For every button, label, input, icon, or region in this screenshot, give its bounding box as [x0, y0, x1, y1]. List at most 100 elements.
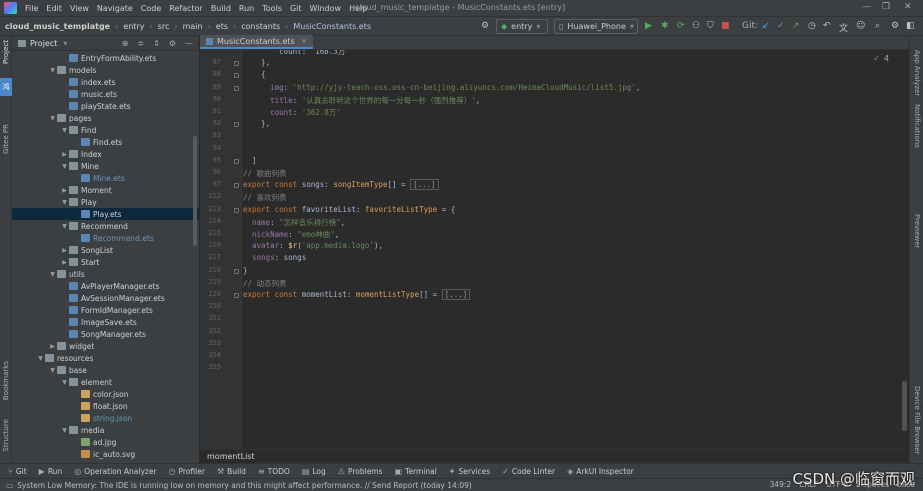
tree-file[interactable]: ImageSave.ets: [12, 316, 199, 328]
locate-icon[interactable]: ⊕: [122, 39, 129, 48]
fold-marker-icon[interactable]: [234, 73, 239, 79]
inspection-widget[interactable]: ✓ 4: [873, 54, 889, 63]
fold-marker-icon[interactable]: [234, 122, 239, 128]
tree-folder[interactable]: ▼ base: [12, 364, 199, 376]
tree-folder[interactable]: ▼ pages: [12, 112, 199, 124]
code-line[interactable]: },: [243, 119, 270, 131]
tool-window-build[interactable]: ⚒ Build: [217, 467, 246, 476]
expanded-arrow-icon[interactable]: ▼: [48, 367, 57, 374]
tree-folder[interactable]: ▶ Index: [12, 148, 199, 160]
gitee-pr-tool-tab[interactable]: Gitee PR: [2, 124, 10, 154]
tool-window-git[interactable]: ⑂ Git: [8, 467, 27, 476]
tree-folder[interactable]: ▶ SongList: [12, 244, 199, 256]
tree-file[interactable]: Play.ets: [12, 208, 199, 220]
notifications-tool-tab[interactable]: Notifications: [913, 104, 921, 148]
expanded-arrow-icon[interactable]: ▼: [60, 199, 69, 206]
code-line[interactable]: export const momentList: momentListType[…: [243, 289, 471, 302]
minimize-icon[interactable]: —: [862, 2, 871, 12]
tree-folder[interactable]: ▼ utils: [12, 268, 199, 280]
user-icon[interactable]: ☺: [856, 21, 865, 31]
code-line[interactable]: title: '认真去聆听这个世界的每一分每一秒（强烈推荐）',: [243, 95, 480, 107]
breadcrumb-item[interactable]: constants: [241, 22, 280, 31]
tool-window-operation-analyzer[interactable]: ◎ Operation Analyzer: [74, 467, 156, 476]
tree-folder[interactable]: ▼ element: [12, 376, 199, 388]
project-tool-tab[interactable]: Project: [2, 40, 10, 64]
code-line[interactable]: // 动态列表: [243, 278, 287, 290]
breadcrumb-item[interactable]: MusicConstants.ets: [293, 22, 371, 31]
module-select[interactable]: ◆ entry ▾: [496, 19, 548, 34]
tree-file[interactable]: Find.ets: [12, 136, 199, 148]
collapsed-arrow-icon[interactable]: ▶: [60, 187, 69, 194]
fold-marker-icon[interactable]: [234, 183, 239, 189]
menu-item-file[interactable]: File: [25, 4, 38, 13]
code-line[interactable]: export const favoriteList: favoriteListT…: [243, 205, 455, 217]
menu-item-build[interactable]: Build: [211, 4, 231, 13]
tree-folder[interactable]: ▶ Start: [12, 256, 199, 268]
tool-window-profiler[interactable]: ◷ Profiler: [169, 467, 205, 476]
code-line[interactable]: export const songs: songItemType[] = [..…: [243, 179, 439, 192]
tree-file[interactable]: string.json: [12, 412, 199, 424]
menu-item-refactor[interactable]: Refactor: [169, 4, 203, 13]
tree-folder[interactable]: ▶ Moment: [12, 184, 199, 196]
tree-folder[interactable]: ▼ resources: [12, 352, 199, 364]
git-commit-icon[interactable]: ✓: [777, 21, 785, 31]
breadcrumb-item[interactable]: main: [183, 22, 203, 31]
breadcrumb-item[interactable]: cloud_music_templatge: [5, 22, 110, 31]
menu-item-code[interactable]: Code: [141, 4, 161, 13]
device-select[interactable]: ▯ Huawei_Phone ▾: [554, 19, 638, 34]
fold-marker-icon[interactable]: [234, 61, 239, 67]
expanded-arrow-icon[interactable]: ▼: [60, 127, 69, 134]
code-view[interactable]: count: '168.3万' }, { img: 'http://yjy-te…: [243, 50, 863, 449]
device-file-browser-tool-tab[interactable]: Device File Browser: [913, 386, 921, 454]
code-line[interactable]: avatar: $r('app.media.logo'),: [243, 241, 383, 253]
code-line[interactable]: {: [243, 70, 266, 82]
fold-marker-icon[interactable]: [234, 293, 239, 298]
tree-file[interactable]: Mine.ets: [12, 172, 199, 184]
tree-file[interactable]: index.ets: [12, 76, 199, 88]
git-push-icon[interactable]: ↗: [792, 21, 800, 31]
plugin-tab-icon[interactable]: 鸿: [0, 78, 12, 96]
tab-music-constants[interactable]: MusicConstants.ets ✕: [200, 35, 314, 49]
tree-file[interactable]: playState.ets: [12, 100, 199, 112]
expand-all-icon[interactable]: ⇕: [153, 39, 160, 48]
tree-file[interactable]: Recommend.ets: [12, 232, 199, 244]
git-history-icon[interactable]: ◷: [808, 21, 816, 31]
git-update-icon[interactable]: ↙: [762, 21, 770, 31]
editor-scrollbar[interactable]: [902, 381, 907, 431]
stop-icon[interactable]: ■: [721, 21, 730, 31]
project-panel-title[interactable]: Project: [30, 39, 57, 48]
expanded-arrow-icon[interactable]: ▼: [60, 379, 69, 386]
breadcrumb-item[interactable]: ets: [216, 22, 228, 31]
menu-item-view[interactable]: View: [70, 4, 89, 13]
code-line[interactable]: nickName: "emo神曲",: [243, 229, 339, 241]
menu-item-git[interactable]: Git: [290, 4, 302, 13]
translate-icon[interactable]: 文: [839, 21, 848, 34]
chevron-down-icon[interactable]: ▾: [63, 39, 67, 48]
expanded-arrow-icon[interactable]: ▼: [36, 355, 45, 362]
expanded-arrow-icon[interactable]: ▼: [48, 67, 57, 74]
tool-window-todo[interactable]: ≡ TODO: [258, 467, 290, 476]
code-line[interactable]: ]: [243, 156, 257, 168]
code-line[interactable]: count: '168.3万': [243, 50, 350, 58]
expanded-arrow-icon[interactable]: ▼: [60, 163, 69, 170]
expanded-arrow-icon[interactable]: ▼: [60, 427, 69, 434]
search-icon[interactable]: ⌕: [875, 21, 880, 31]
tree-file[interactable]: SongManager.ets: [12, 328, 199, 340]
tool-window-services[interactable]: ✦ Services: [449, 467, 490, 476]
collapsed-arrow-icon[interactable]: ▶: [60, 151, 69, 158]
tree-folder[interactable]: ▼ Mine: [12, 160, 199, 172]
expanded-arrow-icon[interactable]: ▼: [60, 223, 69, 230]
fold-marker-icon[interactable]: [234, 268, 239, 274]
hide-icon[interactable]: —: [185, 39, 193, 48]
menu-item-tools[interactable]: Tools: [262, 4, 282, 13]
debug-icon[interactable]: ✱: [661, 21, 669, 31]
code-line[interactable]: songs: songs: [243, 253, 306, 265]
tree-folder[interactable]: ▼ models: [12, 64, 199, 76]
expanded-arrow-icon[interactable]: ▼: [48, 115, 57, 122]
code-line[interactable]: },: [243, 58, 270, 70]
gear-icon[interactable]: ⚙: [169, 39, 176, 48]
fold-marker-icon[interactable]: [234, 85, 239, 91]
tree-file[interactable]: float.json: [12, 400, 199, 412]
fold-marker-icon[interactable]: [234, 158, 239, 164]
collapsed-arrow-icon[interactable]: ▶: [60, 247, 69, 254]
